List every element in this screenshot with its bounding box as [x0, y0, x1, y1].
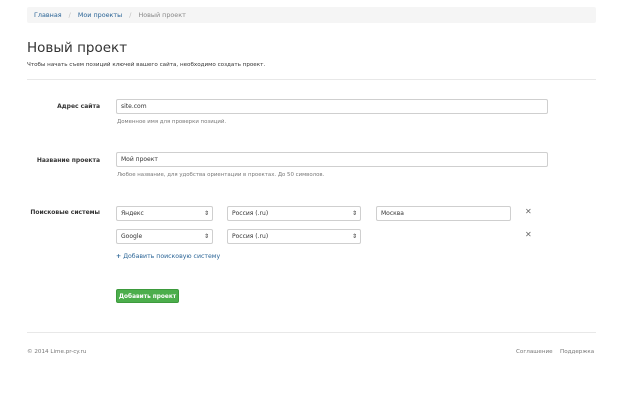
footer-support-link[interactable]: Поддержка — [560, 349, 594, 355]
footer-copyright: © 2014 Lime.pr-cy.ru — [27, 349, 87, 355]
page-subtitle: Чтобы начать съем позиций ключей вашего … — [27, 62, 266, 68]
sort-arrows-icon: ⇕ — [351, 233, 357, 240]
site-address-input[interactable]: site.com — [116, 99, 548, 114]
region-select[interactable]: Россия (.ru) ⇕ — [227, 229, 361, 244]
region-select-value: Россия (.ru) — [232, 233, 269, 240]
add-project-button[interactable]: Добавить проект — [116, 289, 179, 303]
sort-arrows-icon: ⇕ — [351, 210, 357, 217]
sort-arrows-icon: ⇕ — [203, 233, 209, 240]
site-address-help: Доменное имя для проверки позиций. — [117, 119, 227, 125]
engine-select-value: Яндекс — [121, 210, 144, 217]
close-icon[interactable]: ✕ — [525, 207, 532, 216]
site-address-label: Адрес сайта — [57, 103, 100, 110]
footer-divider — [27, 332, 596, 333]
breadcrumb-projects-link[interactable]: Мои проекты — [78, 11, 122, 19]
breadcrumb-separator: / — [68, 11, 71, 19]
add-search-engine-label: Добавить поисковую систему — [123, 253, 221, 260]
engine-select[interactable]: Яндекс ⇕ — [116, 206, 213, 221]
project-name-help: Любое название, для удобства ориентации … — [117, 172, 325, 178]
engine-select[interactable]: Google ⇕ — [116, 229, 213, 244]
close-icon[interactable]: ✕ — [525, 230, 532, 239]
region-select[interactable]: Россия (.ru) ⇕ — [227, 206, 361, 221]
plus-icon: + — [116, 253, 122, 260]
region-select-value: Россия (.ru) — [232, 210, 269, 217]
city-input[interactable]: Москва — [376, 206, 511, 221]
page-title: Новый проект — [27, 40, 128, 56]
engine-select-value: Google — [121, 233, 143, 240]
breadcrumb-home-link[interactable]: Главная — [34, 11, 62, 19]
breadcrumb: Главная / Мои проекты / Новый проект — [27, 7, 596, 23]
breadcrumb-current: Новый проект — [138, 11, 186, 19]
search-engines-label: Поисковые системы — [30, 209, 100, 216]
divider — [27, 79, 596, 80]
project-name-input[interactable]: Мой проект — [116, 152, 548, 167]
sort-arrows-icon: ⇕ — [203, 210, 209, 217]
breadcrumb-separator: / — [129, 11, 132, 19]
footer-agreement-link[interactable]: Соглашение — [516, 349, 553, 355]
add-search-engine-link[interactable]: + Добавить поисковую систему — [116, 253, 220, 260]
project-name-label: Название проекта — [36, 157, 100, 164]
